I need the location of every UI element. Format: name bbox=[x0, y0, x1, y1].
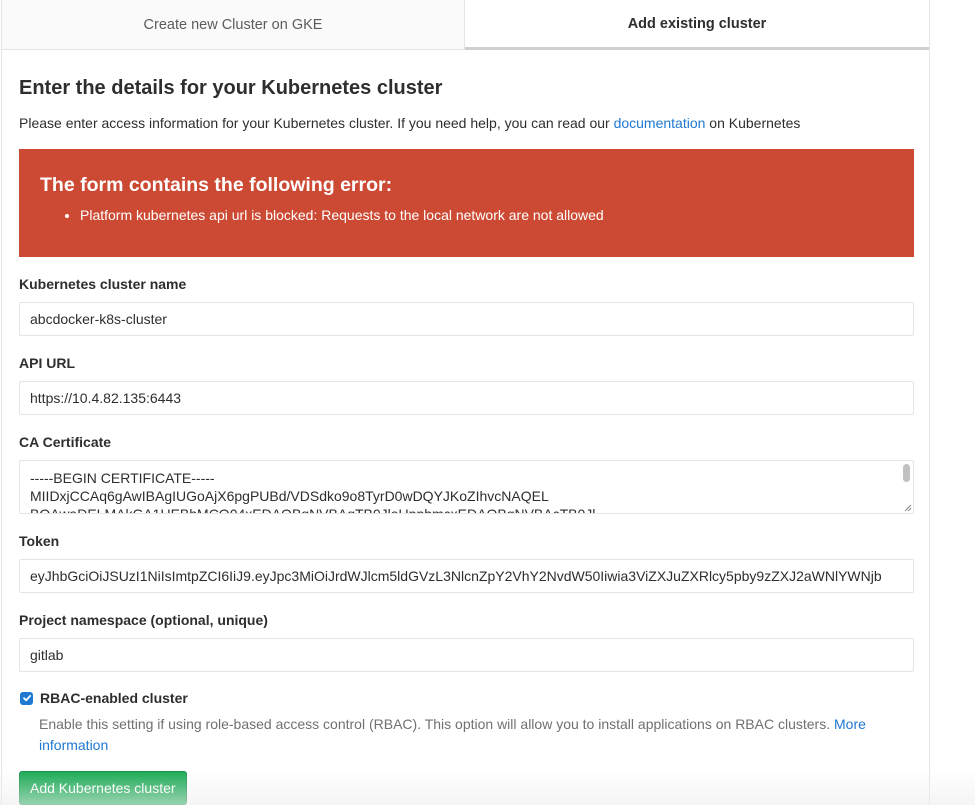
page-title: Enter the details for your Kubernetes cl… bbox=[19, 77, 443, 99]
tab-add-existing[interactable]: Add existing cluster bbox=[465, 0, 929, 50]
api-url-label: API URL bbox=[19, 355, 75, 371]
token-value: eyJhbGciOiJSUzI1NiIsImtpZCI6IiJ9.eyJpc3M… bbox=[30, 568, 882, 584]
rbac-help: Enable this setting if using role-based … bbox=[39, 716, 834, 732]
tab-bar: Create new Cluster on GKE Add existing c… bbox=[2, 0, 929, 50]
namespace-value: gitlab bbox=[30, 647, 64, 663]
scroll-thumb[interactable] bbox=[903, 464, 910, 482]
add-cluster-button[interactable]: Add Kubernetes cluster bbox=[19, 771, 187, 805]
ca-certificate-label: CA Certificate bbox=[19, 434, 112, 450]
ca-line: -----BEGIN CERTIFICATE----- bbox=[30, 470, 215, 486]
api-url-input[interactable]: https://10.4.82.135:6443 bbox=[19, 381, 914, 415]
intro-after: on Kubernetes bbox=[705, 115, 801, 131]
tab-create-gke[interactable]: Create new Cluster on GKE bbox=[2, 0, 465, 50]
error-item: Platform kubernetes api url is blocked: … bbox=[80, 206, 893, 224]
intro-before: Please enter access information for your… bbox=[19, 115, 614, 131]
error-alert: The form contains the following error: P… bbox=[19, 149, 914, 257]
token-label: Token bbox=[19, 533, 60, 549]
namespace-input[interactable]: gitlab bbox=[19, 638, 914, 672]
textarea-scrollbar[interactable] bbox=[902, 464, 911, 508]
cluster-name-value: abcdocker-k8s-cluster bbox=[30, 311, 167, 327]
rbac-help-text: Enable this setting if using role-based … bbox=[39, 714, 909, 756]
documentation-link[interactable]: documentation bbox=[614, 115, 706, 131]
error-list: Platform kubernetes api url is blocked: … bbox=[40, 206, 893, 224]
intro-text: Please enter access information for your… bbox=[19, 115, 800, 131]
rbac-label[interactable]: RBAC-enabled cluster bbox=[40, 690, 188, 706]
check-icon bbox=[22, 694, 31, 702]
api-url-value: https://10.4.82.135:6443 bbox=[30, 390, 182, 406]
token-input[interactable]: eyJhbGciOiJSUzI1NiIsImtpZCI6IiJ9.eyJpc3M… bbox=[19, 559, 914, 593]
cluster-name-input[interactable]: abcdocker-k8s-cluster bbox=[19, 302, 914, 336]
cluster-panel: Create new Cluster on GKE Add existing c… bbox=[1, 0, 930, 805]
ca-line: MIIDxjCCAq6gAwIBAgIUGoAjX6pgPUBd/VDSdko9… bbox=[30, 488, 549, 504]
ca-certificate-textarea[interactable]: -----BEGIN CERTIFICATE----- MIIDxjCCAq6g… bbox=[19, 460, 914, 514]
ca-line: BQAwaDELMAkGA1UEBhMCQ04xEDAOBgNVBAgTB0Jl… bbox=[30, 506, 596, 514]
rbac-checkbox[interactable] bbox=[20, 691, 33, 705]
error-title: The form contains the following error: bbox=[40, 174, 393, 196]
resize-handle-icon[interactable] bbox=[903, 503, 912, 512]
namespace-label: Project namespace (optional, unique) bbox=[19, 612, 268, 628]
cluster-name-label: Kubernetes cluster name bbox=[19, 276, 187, 292]
rbac-row: RBAC-enabled cluster bbox=[19, 690, 188, 706]
